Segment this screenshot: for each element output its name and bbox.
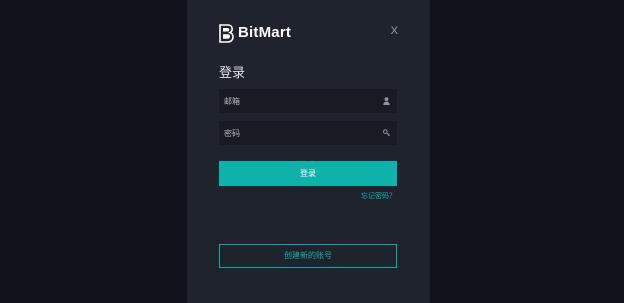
- brand-logo: BitMart: [219, 23, 291, 43]
- close-button[interactable]: X: [391, 26, 398, 37]
- brand-name: BitMart: [238, 24, 292, 41]
- user-icon: [383, 97, 390, 105]
- create-account-button[interactable]: 创建新的账号: [219, 244, 397, 268]
- email-input[interactable]: [219, 89, 379, 113]
- login-page: BitMart X 登录 登录 忘记密码？ 创建新的账号: [0, 0, 624, 303]
- password-input[interactable]: [219, 121, 379, 145]
- forgot-password-link[interactable]: 忘记密码？: [361, 192, 396, 201]
- bitmart-logo-icon: [219, 23, 234, 43]
- page-title: 登录: [219, 65, 246, 80]
- login-button[interactable]: 登录: [219, 161, 397, 186]
- key-icon: [383, 129, 390, 137]
- login-dialog: BitMart X 登录 登录 忘记密码？ 创建新的账号: [187, 0, 430, 303]
- email-field-wrapper: [219, 89, 397, 113]
- password-field-wrapper: [219, 121, 397, 145]
